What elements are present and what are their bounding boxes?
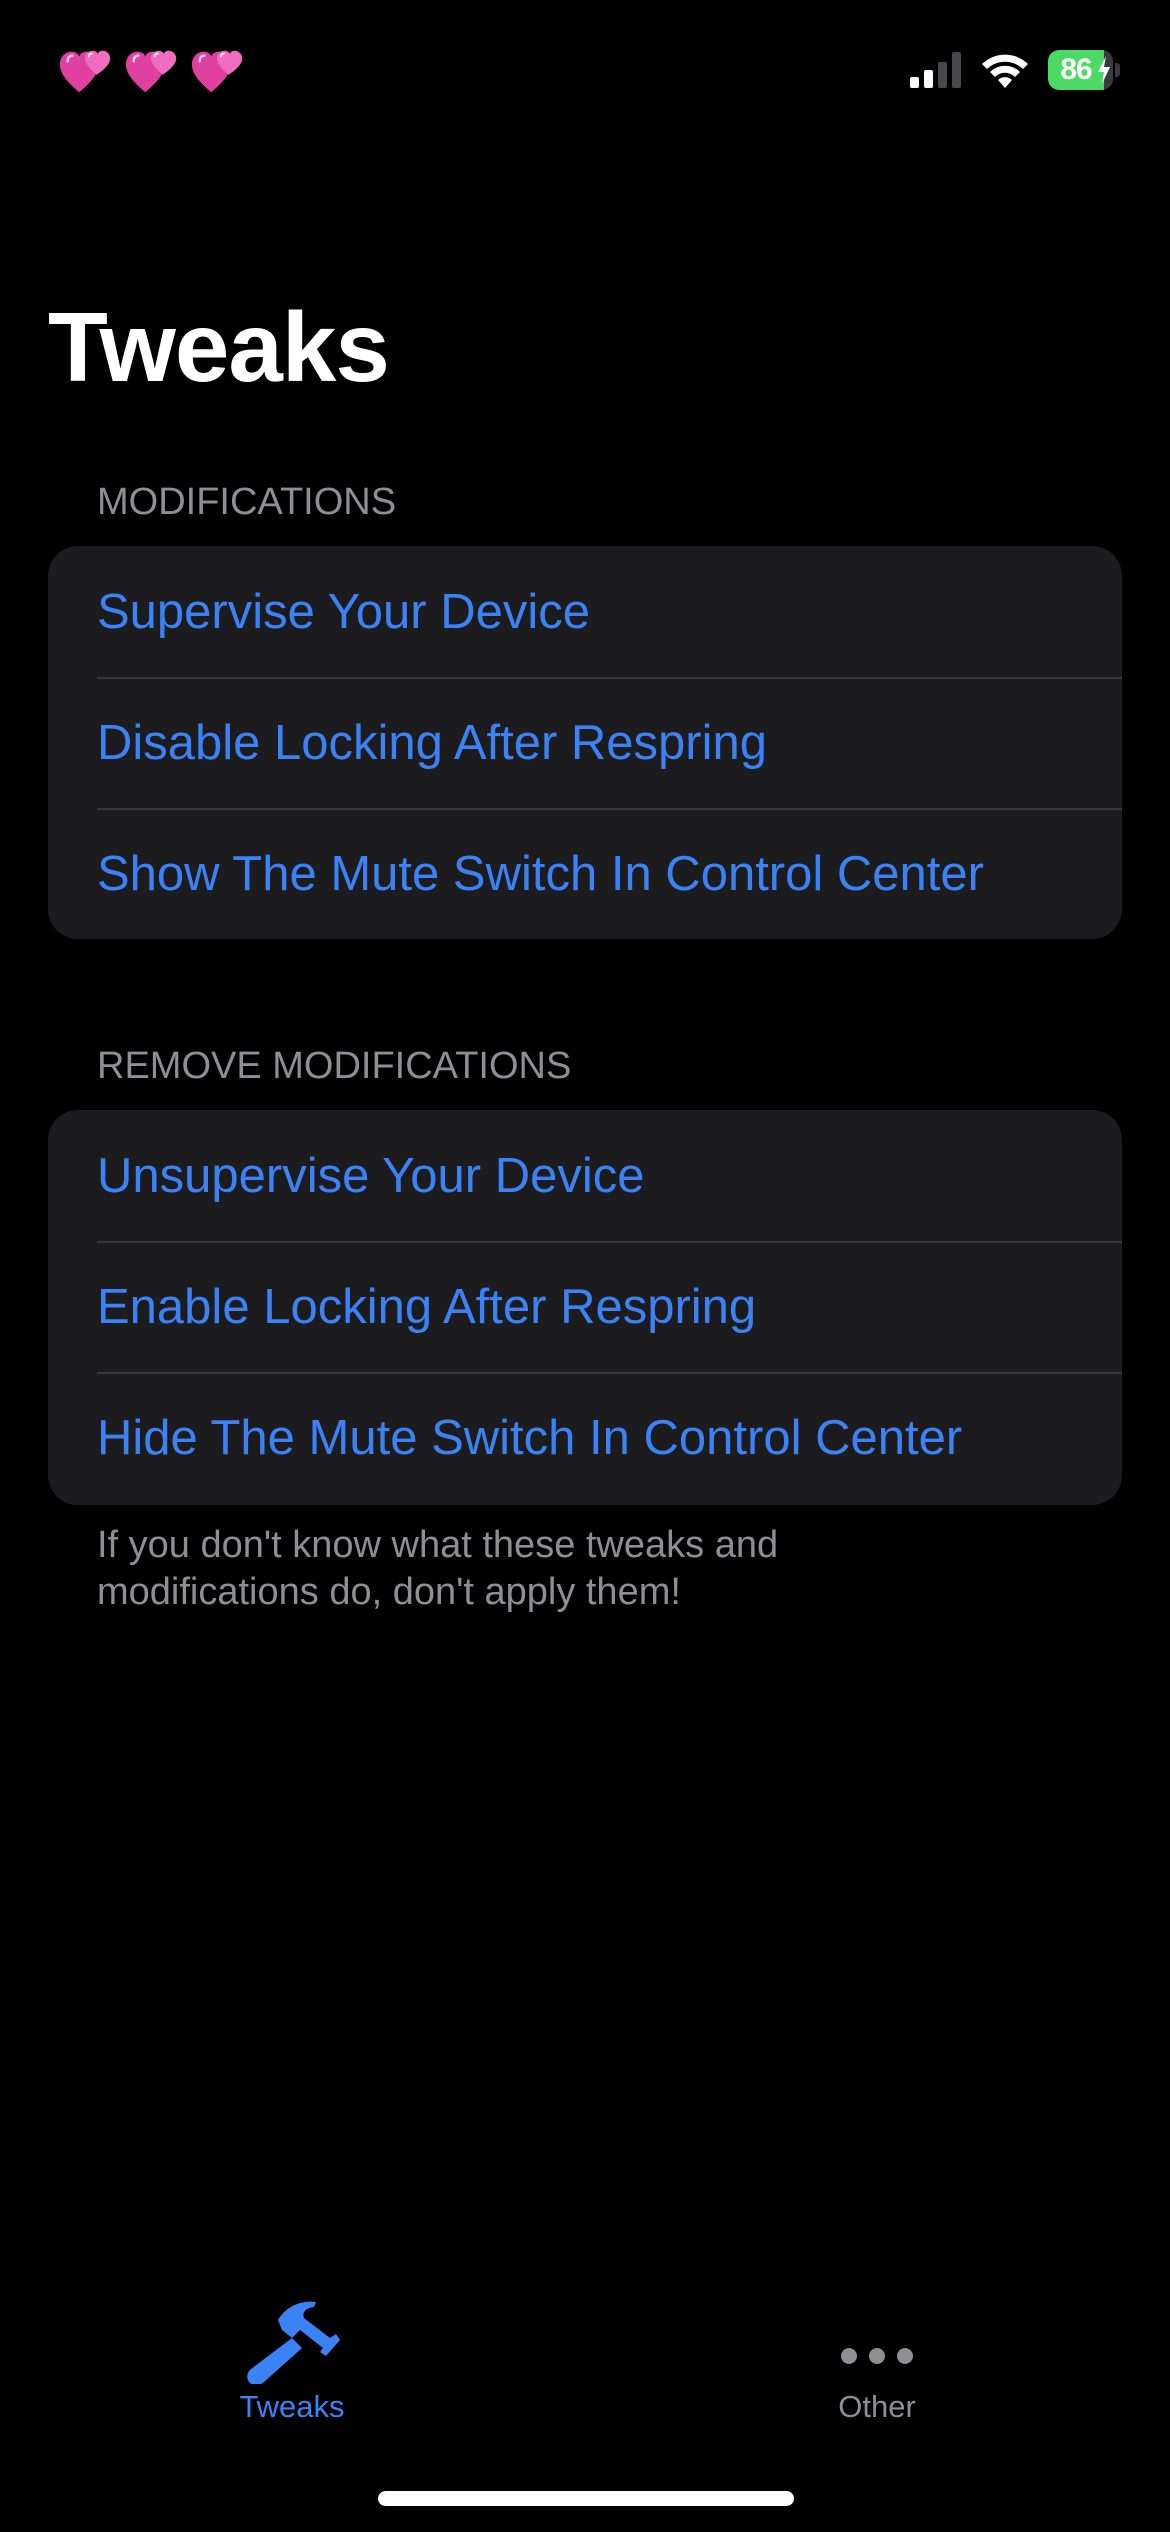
tab-bar: Tweaks Other [0,2280,1170,2460]
tab-label: Tweaks [239,2389,345,2424]
status-right-icons: 86 [910,50,1120,90]
status-left-icons [58,42,248,100]
row-label: Hide The Mute Switch In Control Center [97,1410,963,1465]
supervise-device-button[interactable]: Supervise Your Device [48,546,1122,677]
row-label: Supervise Your Device [97,584,591,639]
wifi-icon [982,54,1028,88]
unsupervise-device-button[interactable]: Unsupervise Your Device [48,1110,1122,1241]
battery-body: 86 [1048,50,1114,90]
hide-mute-switch-button[interactable]: Hide The Mute Switch In Control Center [48,1372,1122,1503]
heart-emoji-icon [191,50,243,93]
row-label: Enable Locking After Respring [97,1279,757,1334]
tab-label: Other [838,2389,916,2424]
tab-other[interactable]: Other [727,2298,1027,2426]
page-title: Tweaks [48,292,390,402]
cellular-signal-icon [910,52,961,88]
modifications-group: Supervise Your Device Disable Locking Af… [48,546,1122,939]
heart-emoji-icon [125,50,177,93]
row-label: Show The Mute Switch In Control Center [97,846,984,901]
home-indicator [378,2491,794,2506]
battery-level: 86 [1060,53,1092,86]
charging-bolt-icon [1098,56,1111,84]
tab-tweaks[interactable]: Tweaks [142,2298,442,2426]
row-label: Unsupervise Your Device [97,1148,645,1203]
enable-locking-button[interactable]: Enable Locking After Respring [48,1241,1122,1372]
disable-locking-button[interactable]: Disable Locking After Respring [48,677,1122,808]
section-header-remove-modifications: REMOVE MODIFICATIONS [97,1045,572,1087]
remove-modifications-group: Unsupervise Your Device Enable Locking A… [48,1110,1122,1505]
section-header-modifications: MODIFICATIONS [97,481,397,523]
show-mute-switch-button[interactable]: Show The Mute Switch In Control Center [48,808,1122,939]
battery-cap [1115,63,1120,77]
battery-indicator: 86 [1048,50,1120,90]
row-label: Disable Locking After Respring [97,715,768,770]
ellipsis-icon [841,2348,913,2364]
heart-emoji-icon [59,50,111,93]
hammer-icon [247,2301,340,2384]
status-bar: 86 [0,0,1170,150]
section-footer-warning: If you don't know what these tweaks and … [97,1524,779,1613]
